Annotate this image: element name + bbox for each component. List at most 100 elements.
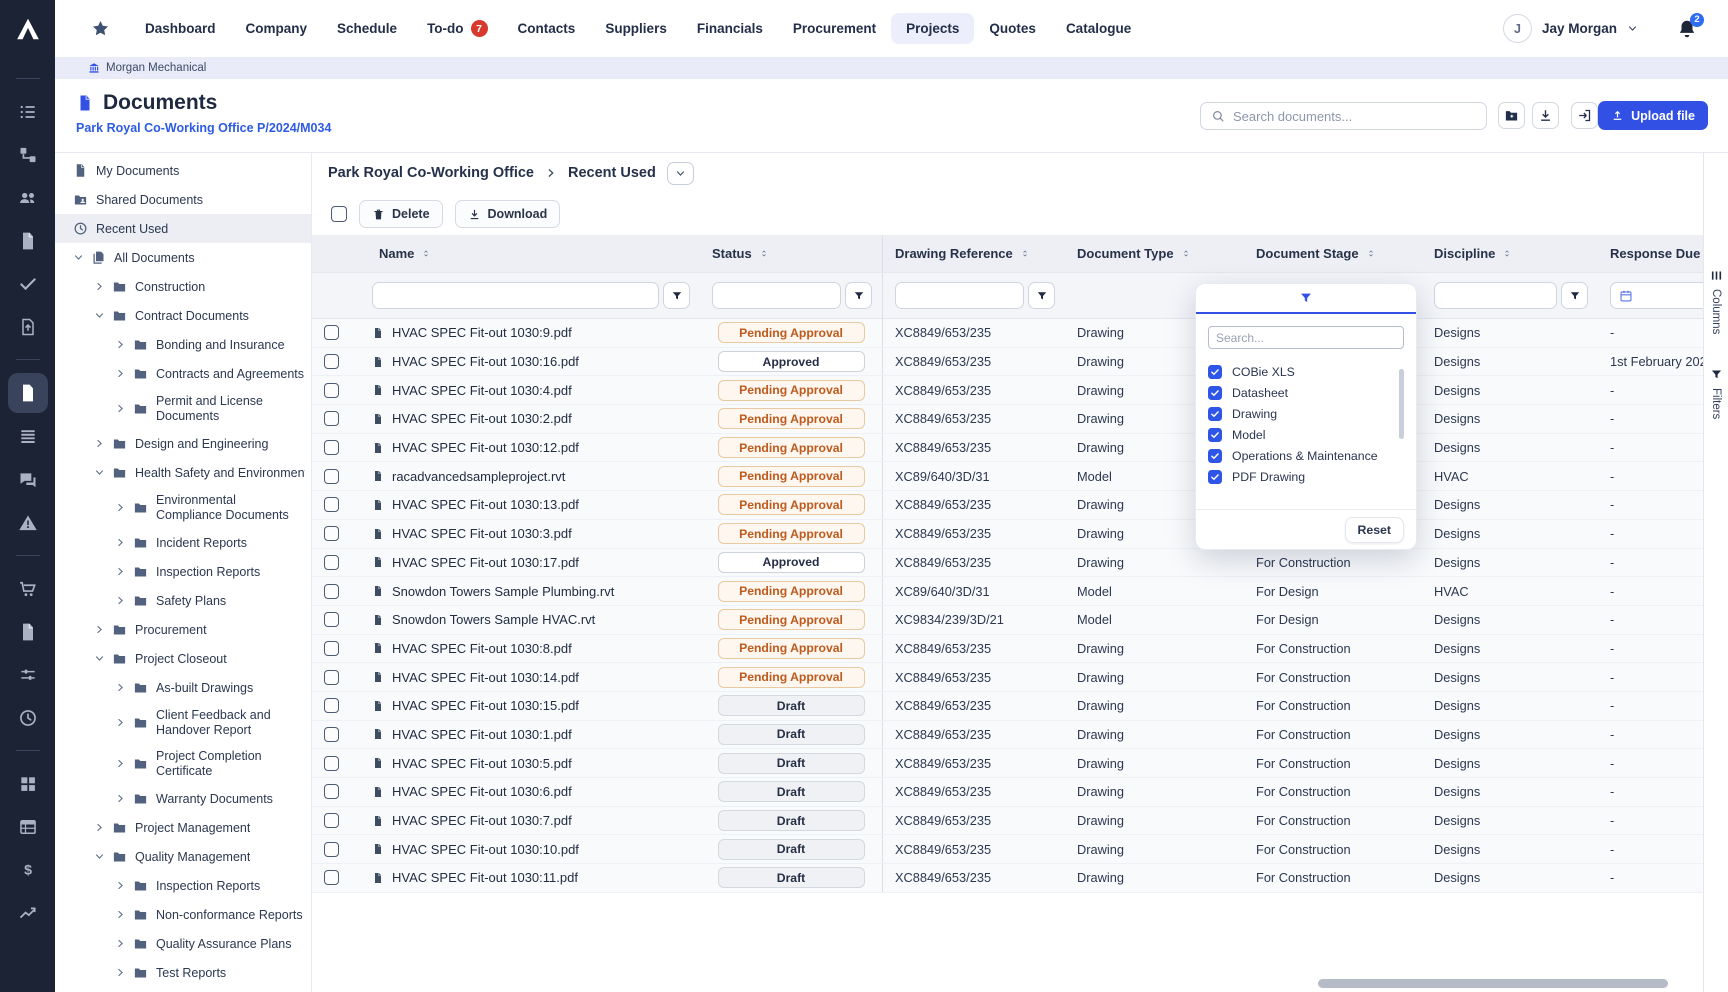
tree-item[interactable]: Design and Engineering (55, 429, 311, 458)
tree-chevron-icon[interactable] (115, 368, 129, 379)
document-name-cell[interactable]: HVAC SPEC Fit-out 1030:3.pdf (360, 520, 700, 548)
column-header[interactable]: Status (700, 235, 883, 272)
row-checkbox[interactable] (324, 555, 339, 570)
document-name-cell[interactable]: HVAC SPEC Fit-out 1030:15.pdf (360, 692, 700, 720)
tree-item[interactable]: Non-conformance Reports (55, 900, 311, 929)
document-name-cell[interactable]: HVAC SPEC Fit-out 1030:5.pdf (360, 749, 700, 777)
export-button[interactable] (1571, 102, 1598, 129)
document-name-cell[interactable]: HVAC SPEC Fit-out 1030:12.pdf (360, 434, 700, 462)
filter-option[interactable]: Operations & Maintenance (1208, 445, 1392, 466)
rail-table-icon[interactable] (8, 805, 48, 848)
horizontal-scrollbar[interactable] (1318, 979, 1668, 988)
rail-documents-icon[interactable] (8, 373, 48, 413)
document-name-cell[interactable]: HVAC SPEC Fit-out 1030:1.pdf (360, 721, 700, 749)
nav-procurement[interactable]: Procurement (778, 13, 891, 44)
document-name-cell[interactable]: HVAC SPEC Fit-out 1030:13.pdf (360, 491, 700, 519)
tree-chevron-icon[interactable] (94, 438, 108, 449)
column-header[interactable]: Document Stage (1244, 235, 1422, 272)
tree-item[interactable]: Environmental Compliance Documents (55, 487, 311, 528)
tree-chevron-icon[interactable] (115, 403, 129, 414)
tree-item[interactable]: Quality Assurance Plans (55, 929, 311, 958)
rail-workflow-icon[interactable] (8, 133, 48, 176)
row-checkbox[interactable] (324, 325, 339, 340)
user-avatar[interactable]: J (1503, 14, 1532, 43)
rail-dollar-icon[interactable] (8, 848, 48, 891)
tree-item[interactable]: Inspection Reports (55, 871, 311, 900)
tree-item[interactable]: Contracts and Agreements (55, 359, 311, 388)
project-link[interactable]: Park Royal Co-Working Office P/2024/M034 (76, 121, 331, 135)
checkbox-checked-icon[interactable] (1208, 428, 1222, 442)
tree-item[interactable]: Quality Management (55, 842, 311, 871)
nav-financials[interactable]: Financials (682, 13, 778, 44)
row-checkbox[interactable] (324, 612, 339, 627)
rail-chat-icon[interactable] (8, 458, 48, 501)
status-filter-funnel-icon[interactable] (845, 282, 872, 309)
row-checkbox[interactable] (324, 813, 339, 828)
status-filter-input[interactable] (712, 282, 841, 309)
filter-search-input[interactable] (1208, 326, 1404, 349)
nav-projects[interactable]: Projects (891, 13, 974, 44)
tree-chevron-icon[interactable] (73, 252, 87, 263)
user-menu-chevron-icon[interactable] (1627, 23, 1638, 34)
checkbox-checked-icon[interactable] (1208, 470, 1222, 484)
row-checkbox[interactable] (324, 784, 339, 799)
drawing-reference-filter-funnel-icon[interactable] (1028, 282, 1055, 309)
rail-invoice-icon[interactable] (8, 610, 48, 653)
row-checkbox[interactable] (324, 641, 339, 656)
document-name-cell[interactable]: Snowdon Towers Sample Plumbing.rvt (360, 577, 700, 605)
row-checkbox[interactable] (324, 842, 339, 857)
download-button[interactable] (1532, 102, 1559, 129)
row-checkbox[interactable] (324, 727, 339, 742)
tree-chevron-icon[interactable] (94, 822, 108, 833)
filter-option[interactable]: Datasheet (1208, 382, 1392, 403)
rail-clock-icon[interactable] (8, 696, 48, 739)
document-name-cell[interactable]: HVAC SPEC Fit-out 1030:4.pdf (360, 376, 700, 404)
app-logo-icon[interactable] (0, 0, 55, 57)
new-folder-button[interactable] (1498, 102, 1525, 129)
tree-item[interactable]: Project Closeout (55, 644, 311, 673)
tree-chevron-icon[interactable] (94, 624, 108, 635)
breadcrumb-parent[interactable]: Park Royal Co-Working Office (328, 165, 534, 181)
response-due-date-filter[interactable] (1610, 282, 1703, 309)
document-name-cell[interactable]: HVAC SPEC Fit-out 1030:17.pdf (360, 549, 700, 577)
tree-item[interactable]: Safety Plans (55, 586, 311, 615)
rail-warning-icon[interactable] (8, 501, 48, 544)
rail-rows-icon[interactable] (8, 415, 48, 458)
tree-chevron-icon[interactable] (115, 717, 129, 728)
row-checkbox[interactable] (324, 354, 339, 369)
row-checkbox[interactable] (324, 698, 339, 713)
tree-item[interactable]: Test Reports (55, 958, 311, 987)
tree-chevron-icon[interactable] (94, 851, 108, 862)
nav-todo[interactable]: To-do 7 (412, 12, 502, 45)
nav-quotes[interactable]: Quotes (974, 13, 1051, 44)
tree-chevron-icon[interactable] (115, 967, 129, 978)
tree-chevron-icon[interactable] (115, 938, 129, 949)
document-name-cell[interactable]: HVAC SPEC Fit-out 1030:10.pdf (360, 835, 700, 863)
user-name[interactable]: Jay Morgan (1542, 21, 1617, 36)
tree-item[interactable]: Inspection Reports (55, 557, 311, 586)
column-header[interactable]: Drawing Reference (883, 235, 1065, 272)
tree-chevron-icon[interactable] (115, 793, 129, 804)
tree-item[interactable]: As-built Drawings (55, 673, 311, 702)
checkbox-checked-icon[interactable] (1208, 407, 1222, 421)
row-checkbox[interactable] (324, 870, 339, 885)
column-header[interactable] (312, 235, 360, 272)
row-checkbox[interactable] (324, 497, 339, 512)
document-name-cell[interactable]: HVAC SPEC Fit-out 1030:7.pdf (360, 807, 700, 835)
filters-tab[interactable]: Filters (1704, 368, 1728, 419)
filter-option[interactable]: PDF Drawing (1208, 466, 1392, 487)
row-checkbox[interactable] (324, 670, 339, 685)
discipline-filter-funnel-icon[interactable] (1561, 282, 1588, 309)
rail-cart-icon[interactable] (8, 567, 48, 610)
document-name-cell[interactable]: HVAC SPEC Fit-out 1030:2.pdf (360, 405, 700, 433)
filter-option[interactable]: COBie XLS (1208, 361, 1392, 382)
tree-item[interactable]: Project Management (55, 813, 311, 842)
tree-chevron-icon[interactable] (115, 339, 129, 350)
tree-item[interactable]: Construction (55, 272, 311, 301)
tree-chevron-icon[interactable] (94, 467, 108, 478)
document-name-cell[interactable]: HVAC SPEC Fit-out 1030:6.pdf (360, 778, 700, 806)
rail-dashboard-icon[interactable] (8, 762, 48, 805)
tree-chevron-icon[interactable] (115, 682, 129, 693)
row-checkbox[interactable] (324, 383, 339, 398)
nav-catalogue[interactable]: Catalogue (1051, 13, 1146, 44)
